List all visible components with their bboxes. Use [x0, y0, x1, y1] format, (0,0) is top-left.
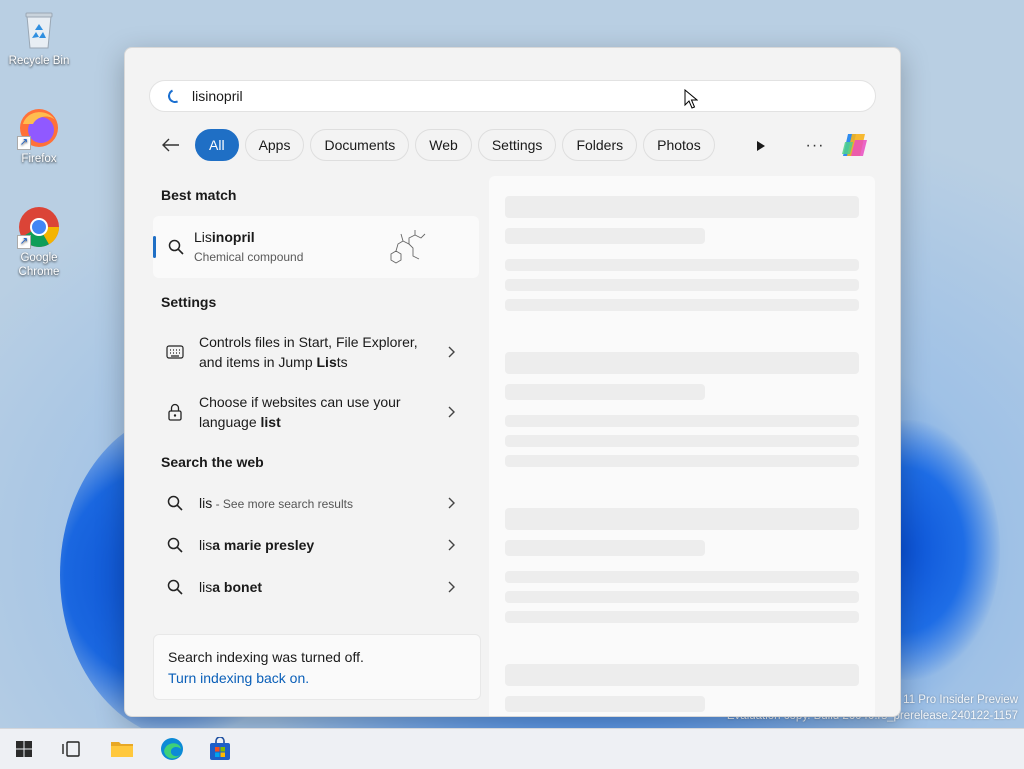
- desktop-icon-firefox[interactable]: ↗ Firefox: [8, 106, 70, 166]
- skeleton-line: [505, 415, 859, 427]
- more-filters-play-button[interactable]: [747, 132, 775, 160]
- filter-documents[interactable]: Documents: [310, 129, 410, 161]
- recycle-bin-icon: [17, 8, 61, 52]
- chevron-right-icon: [448, 406, 455, 418]
- search-icon: [167, 579, 183, 595]
- back-button[interactable]: [155, 129, 187, 161]
- filter-settings[interactable]: Settings: [477, 129, 557, 161]
- desktop-icon-recycle-bin[interactable]: Recycle Bin: [8, 8, 70, 68]
- skeleton-line: [505, 611, 859, 623]
- mouse-cursor-icon: [684, 89, 698, 109]
- settings-result-label: Controls files in Start, File Explorer, …: [199, 334, 418, 370]
- filter-photos[interactable]: Photos: [643, 129, 715, 161]
- chrome-icon: ↗: [17, 205, 61, 249]
- chevron-right-icon: [448, 497, 455, 509]
- chevron-right-icon: [448, 346, 455, 358]
- shortcut-arrow-icon: ↗: [17, 136, 31, 150]
- task-view-icon: [62, 741, 80, 757]
- skeleton-title: [505, 196, 859, 218]
- web-result-lisa-bonet[interactable]: lisa bonet: [153, 575, 479, 599]
- filter-bar: All Apps Documents Web Settings Folders …: [155, 128, 721, 162]
- settings-result-language-list[interactable]: Choose if websites can use your language…: [153, 392, 479, 432]
- skeleton-line: [505, 299, 859, 311]
- turn-indexing-on-link[interactable]: Turn indexing back on.: [168, 670, 309, 686]
- windows-logo-icon: [16, 741, 32, 757]
- skeleton-subtitle: [505, 696, 705, 712]
- more-options-button[interactable]: ···: [801, 132, 829, 160]
- desktop-icon-label: Google Chrome: [18, 252, 60, 278]
- shortcut-arrow-icon: ↗: [17, 235, 31, 249]
- desktop-icon-label: Recycle Bin: [8, 55, 70, 67]
- watermark-edition: 11 Pro Insider Preview: [903, 694, 1018, 706]
- web-result-label: lisa bonet: [199, 579, 263, 595]
- web-result-lis[interactable]: lis - See more search results: [153, 491, 479, 515]
- keyboard-icon: [166, 345, 184, 359]
- start-button[interactable]: [10, 735, 38, 763]
- search-icon: [167, 495, 183, 511]
- taskbar: [0, 728, 1024, 769]
- desktop-icon-google-chrome[interactable]: ↗ Google Chrome: [8, 205, 70, 279]
- search-box[interactable]: [149, 80, 876, 112]
- chevron-right-icon: [448, 581, 455, 593]
- settings-result-jump-lists[interactable]: Controls files in Start, File Explorer, …: [153, 332, 479, 372]
- folder-icon: [111, 742, 133, 757]
- skeleton-line: [505, 279, 859, 291]
- search-web-heading: Search the web: [161, 454, 264, 470]
- copilot-icon: [842, 134, 867, 156]
- best-match-subtitle: Chemical compound: [194, 250, 304, 264]
- edge-button[interactable]: [158, 735, 186, 763]
- skeleton-line: [505, 259, 859, 271]
- desktop-icon-label: Firefox: [21, 153, 57, 165]
- skeleton-subtitle: [505, 384, 705, 400]
- indexing-notice: Search indexing was turned off. Turn ind…: [153, 634, 481, 700]
- skeleton-title: [505, 664, 859, 686]
- file-explorer-button[interactable]: [108, 735, 136, 763]
- chemical-structure-icon: [390, 230, 426, 264]
- preview-pane: [489, 176, 875, 716]
- filter-apps[interactable]: Apps: [244, 129, 305, 161]
- search-input[interactable]: [192, 88, 792, 104]
- filter-web[interactable]: Web: [415, 129, 472, 161]
- lock-icon: [168, 403, 182, 421]
- selection-indicator: [153, 236, 156, 258]
- play-icon: [757, 141, 765, 151]
- best-match-title: Lisinopril: [194, 229, 255, 245]
- skeleton-title: [505, 508, 859, 530]
- settings-heading: Settings: [161, 294, 217, 310]
- skeleton-line: [505, 591, 859, 603]
- skeleton-subtitle: [505, 540, 705, 556]
- skeleton-subtitle: [505, 228, 705, 244]
- filter-all[interactable]: All: [195, 129, 239, 161]
- copilot-button[interactable]: [837, 128, 871, 162]
- edge-icon: [161, 738, 183, 760]
- web-result-label: lisa marie presley: [199, 537, 315, 553]
- search-icon: [168, 239, 184, 255]
- loading-spinner-icon: [166, 87, 184, 105]
- store-icon: [210, 737, 230, 760]
- filter-folders[interactable]: Folders: [562, 129, 638, 161]
- skeleton-line: [505, 455, 859, 467]
- microsoft-store-button[interactable]: [206, 735, 234, 763]
- back-arrow-icon: [162, 138, 179, 152]
- search-panel: All Apps Documents Web Settings Folders …: [124, 47, 901, 717]
- firefox-icon: ↗: [17, 106, 61, 150]
- web-result-label: lis - See more search results: [199, 494, 353, 511]
- skeleton-line: [505, 571, 859, 583]
- search-icon: [167, 537, 183, 553]
- best-match-heading: Best match: [161, 187, 237, 203]
- indexing-notice-text: Search indexing was turned off.: [168, 649, 364, 665]
- best-match-result[interactable]: Lisinopril Chemical compound: [153, 216, 479, 278]
- skeleton-line: [505, 435, 859, 447]
- chevron-right-icon: [448, 539, 455, 551]
- web-result-lisa-marie-presley[interactable]: lisa marie presley: [153, 533, 479, 557]
- skeleton-title: [505, 352, 859, 374]
- task-view-button[interactable]: [57, 735, 85, 763]
- settings-result-label: Choose if websites can use your language…: [199, 394, 401, 430]
